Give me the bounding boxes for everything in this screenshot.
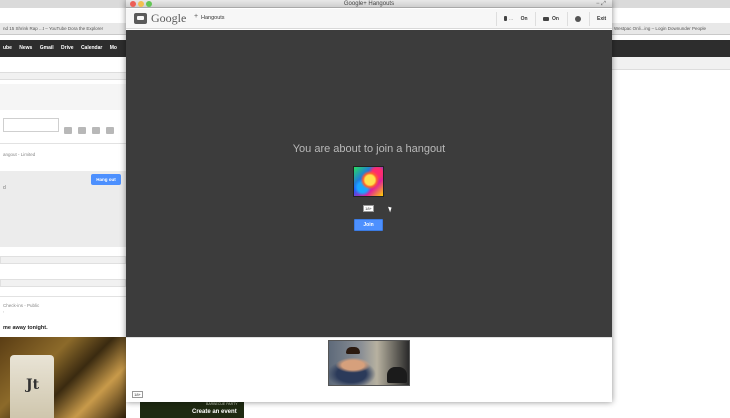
divider	[496, 12, 497, 26]
checkin-meta: Check-ins - Public,	[3, 303, 40, 313]
link-icon[interactable]	[106, 127, 114, 134]
event-card-title: Create an event	[192, 409, 237, 415]
gear-icon[interactable]	[575, 16, 581, 22]
divider	[0, 143, 126, 144]
filmstrip: 18+	[126, 337, 612, 402]
window-controls[interactable]: − ⤢	[596, 0, 606, 8]
event-card-kicker: BARBECUE PARTY	[206, 402, 238, 406]
hangout-window: Google+ Hangouts − ⤢ Google + Hangouts .…	[126, 0, 612, 402]
divider	[0, 296, 126, 297]
divider	[535, 12, 536, 26]
self-camera-preview[interactable]	[328, 340, 410, 386]
event-icon[interactable]	[92, 127, 100, 134]
google-plus-mark: +	[194, 13, 199, 20]
post-photo[interactable]: Jt	[0, 337, 126, 418]
window-titlebar[interactable]: Google+ Hangouts − ⤢	[126, 0, 612, 8]
google-logo: Google	[151, 11, 187, 25]
hangout-post-text: d	[3, 185, 6, 191]
post-text: me away tonight.	[3, 325, 48, 331]
nav-item-news[interactable]: News	[19, 45, 32, 51]
divider	[567, 12, 568, 26]
exit-button[interactable]: Exit	[597, 14, 606, 24]
video-icon[interactable]	[78, 127, 86, 134]
join-heading: You are about to join a hangout	[292, 143, 446, 155]
user-avatar	[353, 166, 384, 197]
mouse-cursor-icon	[388, 205, 393, 213]
camera-preview-detail	[346, 347, 360, 354]
page-header-strip	[0, 72, 126, 80]
post-meta: angout - Limited	[3, 152, 36, 157]
share-icons	[64, 121, 124, 134]
nav-item-gmail[interactable]: Gmail	[40, 45, 54, 51]
screen: nd 15 Shrink Rap ...t – YouTube Dora the…	[0, 0, 730, 418]
age-badge: 18+	[363, 205, 374, 212]
hangout-toolbar: Google + Hangouts ... On On Exit	[126, 9, 612, 29]
hangout-stage: You are about to join a hangout 18+ Join	[126, 30, 612, 337]
page-header-strip-right	[612, 57, 730, 70]
hang-out-button[interactable]: Hang out	[91, 174, 121, 185]
share-box-input[interactable]	[3, 118, 59, 132]
google-nav-bar: ube News Gmail Drive Calendar Mo	[0, 40, 126, 57]
comment-strip	[0, 279, 126, 287]
bookmarks-bar-left[interactable]: nd 15 Shrink Rap ...t – YouTube Dora the…	[0, 23, 126, 35]
microphone-toggle[interactable]: ... On	[504, 14, 528, 24]
page-header-area	[0, 84, 126, 110]
nav-item-calendar[interactable]: Calendar	[81, 45, 102, 51]
comment-strip	[0, 256, 126, 264]
nav-item-more[interactable]: Mo	[110, 45, 117, 51]
nav-item-drive[interactable]: Drive	[61, 45, 74, 51]
bookmarks-bar-right[interactable]: Westpac Onli...ing – Login Downunder Peo…	[612, 23, 730, 35]
hangouts-label: Hangouts	[201, 15, 225, 21]
camera-preview-detail	[387, 367, 407, 383]
nav-item-youtube[interactable]: ube	[3, 45, 12, 51]
hangouts-icon	[134, 13, 147, 24]
window-title: Google+ Hangouts	[343, 1, 395, 7]
microphone-icon	[504, 16, 507, 22]
google-nav-bar-right	[612, 40, 730, 57]
camera-toggle[interactable]: On	[543, 14, 559, 24]
age-badge: 18+	[132, 391, 143, 398]
camera-icon	[543, 16, 549, 21]
photo-icon[interactable]	[64, 127, 72, 134]
divider	[589, 12, 590, 26]
join-button[interactable]: Join	[354, 219, 383, 231]
